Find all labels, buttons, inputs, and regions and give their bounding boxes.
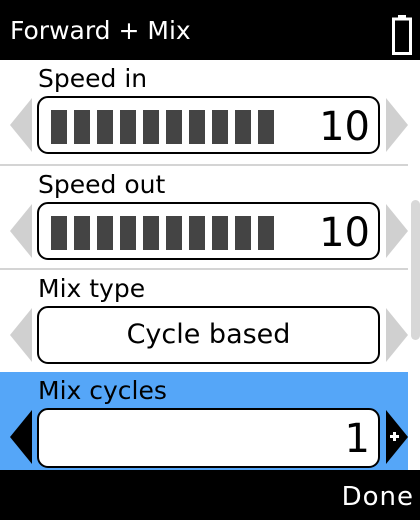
bar-segment — [74, 110, 90, 144]
done-button[interactable]: Done — [342, 482, 414, 512]
setting-label: Speed out — [38, 170, 166, 199]
battery-icon — [392, 15, 412, 55]
setting-row-mix-type[interactable]: Mix type Cycle based — [0, 270, 408, 372]
increase-arrow-icon[interactable] — [384, 202, 410, 260]
setting-label: Speed in — [38, 64, 148, 93]
scrollbar-thumb[interactable] — [411, 200, 420, 340]
bar-segment — [143, 216, 159, 250]
bar-segment — [189, 216, 205, 250]
bottom-bar: Done — [0, 470, 420, 520]
setting-label: Mix cycles — [38, 376, 167, 405]
bar-segment — [97, 216, 113, 250]
mix-cycles-number-field[interactable]: 1 — [37, 408, 380, 468]
setting-value: Cycle based — [126, 319, 291, 350]
next-option-arrow-icon[interactable] — [384, 306, 410, 364]
bar-segment — [212, 216, 228, 250]
title-bar: Forward + Mix — [0, 0, 420, 60]
screen-title: Forward + Mix — [10, 16, 191, 45]
bar-segment — [74, 216, 90, 250]
increase-arrow-icon[interactable] — [384, 96, 410, 154]
bar-segment — [51, 216, 67, 250]
setting-row-speed-out[interactable]: Speed out 10 — [0, 166, 408, 268]
bar-segment — [51, 110, 67, 144]
setting-label: Mix type — [38, 274, 146, 303]
scrollbar[interactable] — [408, 60, 420, 470]
speed-out-level-bar[interactable]: 10 — [37, 202, 380, 260]
setting-row-speed-in[interactable]: Speed in 10 — [0, 60, 408, 164]
mix-type-select[interactable]: Cycle based — [37, 306, 380, 364]
bar-segment — [189, 110, 205, 144]
setting-row-mix-cycles[interactable]: Mix cycles 1 — [0, 372, 408, 470]
bar-segment — [258, 216, 274, 250]
bar-segment — [166, 110, 182, 144]
decrease-arrow-icon[interactable] — [8, 408, 34, 466]
bar-segment — [235, 216, 251, 250]
bar-segment — [143, 110, 159, 144]
setting-value: 10 — [319, 210, 370, 256]
bar-segment — [97, 110, 113, 144]
bar-segment — [212, 110, 228, 144]
bar-segment — [120, 110, 136, 144]
increase-plus-arrow-icon[interactable] — [384, 408, 410, 466]
speed-in-level-bar[interactable]: 10 — [37, 96, 380, 154]
decrease-arrow-icon[interactable] — [8, 202, 34, 260]
bar-segment — [258, 110, 274, 144]
setting-value: 10 — [319, 104, 370, 150]
previous-option-arrow-icon[interactable] — [8, 306, 34, 364]
decrease-arrow-icon[interactable] — [8, 96, 34, 154]
bar-segment — [166, 216, 182, 250]
setting-value: 1 — [344, 416, 370, 462]
bar-segment — [120, 216, 136, 250]
bar-segment — [235, 110, 251, 144]
